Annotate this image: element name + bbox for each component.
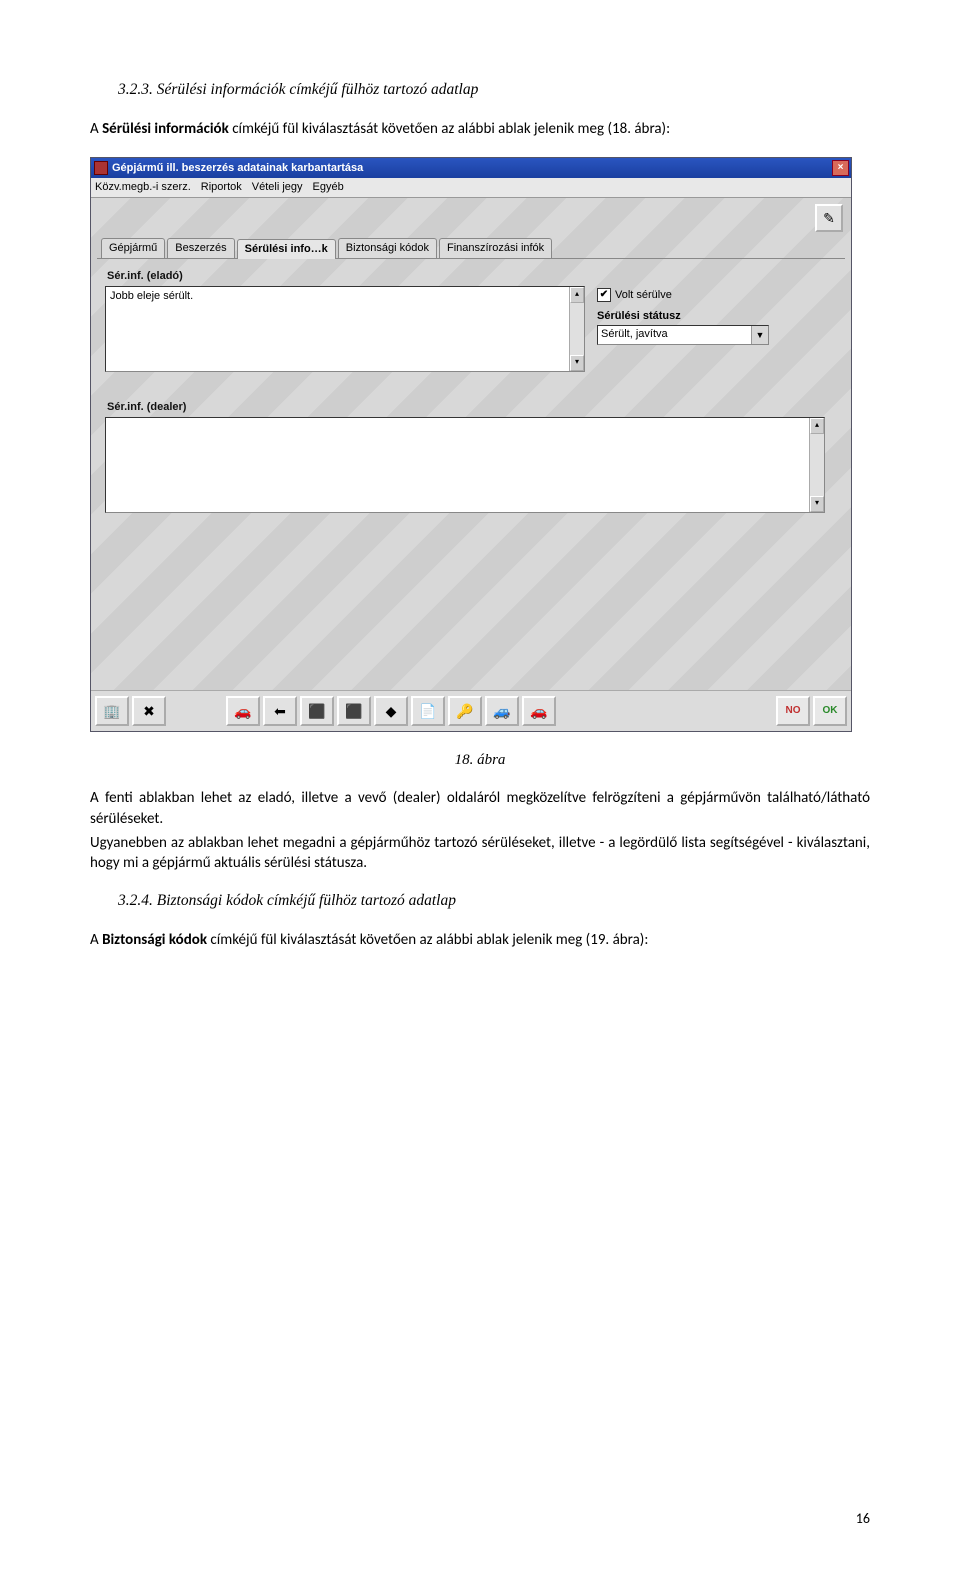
toolbar-btn-7[interactable]: ⬛ — [337, 696, 371, 726]
body-paragraph-2: Ugyanebben az ablakban lehet megadni a g… — [90, 833, 870, 874]
car-icon: 🚗 — [234, 702, 251, 721]
figure-caption: 18. ábra — [90, 750, 870, 770]
app-icon — [94, 161, 108, 175]
toolbar-btn-0[interactable]: 🏢 — [95, 696, 129, 726]
toolbar-btn-8[interactable]: ◆ — [374, 696, 408, 726]
edit-button[interactable]: ✎ — [815, 204, 843, 232]
heading2-number: 3.2.4. — [118, 892, 153, 909]
car2-icon: 🚙 — [493, 702, 510, 721]
tab-panel: Sér.inf. (eladó) Jobb eleje sérült. ▴ ▾ … — [97, 258, 845, 623]
toolbar-btn-9[interactable]: 📄 — [411, 696, 445, 726]
textarea-dealer[interactable]: ▴ ▾ — [105, 417, 825, 513]
intro1-post: címkéjű fül kiválasztását követően az al… — [229, 120, 670, 138]
toolbar-btn-10[interactable]: 🔑 — [448, 696, 482, 726]
no-label: NO — [786, 704, 801, 718]
pencil-icon: ✎ — [823, 209, 835, 228]
building-icon: 🏢 — [103, 702, 120, 721]
intro2-bold: Biztonsági kódok — [102, 931, 207, 949]
toolbar-btn-12[interactable]: 🚗 — [522, 696, 556, 726]
tab-biztonsagi-kodok[interactable]: Biztonsági kódok — [338, 238, 437, 258]
intro2-post: címkéjű fül kiválasztását követően az al… — [207, 931, 648, 949]
gem-icon: ◆ — [386, 702, 397, 721]
heading-number: 3.2.3. — [118, 81, 153, 98]
window-titlebar[interactable]: Gépjármű ill. beszerzés adatainak karban… — [91, 158, 851, 178]
checkbox-volt-serulve[interactable]: ✔ Volt sérülve — [597, 288, 837, 303]
toolbar-btn-6[interactable]: ⬛ — [300, 696, 334, 726]
toolbar-btn-5[interactable]: ⬅ — [263, 696, 297, 726]
textarea-elado[interactable]: Jobb eleje sérült. ▴ ▾ — [105, 286, 585, 372]
scroll-up-icon[interactable]: ▴ — [570, 287, 584, 303]
heading2-text: Biztonsági kódok címkéjű fülhöz tartozó … — [157, 892, 456, 909]
volt-serulve-label: Volt sérülve — [615, 288, 672, 303]
window-content: ✎ Gépjármű Beszerzés Sérülési info…k Biz… — [91, 198, 851, 690]
status-dropdown[interactable]: Sérült, javítva ▼ — [597, 325, 769, 345]
scroll-down-icon[interactable]: ▾ — [570, 355, 584, 371]
close-button[interactable]: × — [832, 160, 849, 176]
toolbar-btn-1[interactable]: ✖ — [132, 696, 166, 726]
tab-beszerzes[interactable]: Beszerzés — [167, 238, 234, 258]
section-heading-324: 3.2.4. Biztonsági kódok címkéjű fülhöz t… — [90, 891, 870, 912]
screenshot-window: Gépjármű ill. beszerzés adatainak karban… — [90, 157, 852, 732]
scrollbar[interactable]: ▴ ▾ — [569, 287, 584, 371]
menu-item-2[interactable]: Vételi jegy — [252, 180, 303, 195]
chevron-down-icon: ▼ — [751, 326, 768, 344]
side-panel: ✔ Volt sérülve Sérülési státusz Sérült, … — [597, 286, 837, 346]
tab-gepjarmu[interactable]: Gépjármű — [101, 238, 165, 258]
textarea-elado-text: Jobb eleje sérült. — [110, 290, 193, 302]
section-heading-323: 3.2.3. Sérülési információk címkéjű fülh… — [90, 80, 870, 101]
tab-finanszirozasi[interactable]: Finanszírozási infók — [439, 238, 552, 258]
intro-paragraph-2: A Biztonsági kódok címkéjű fül kiválaszt… — [90, 930, 870, 950]
square-icon: ⬛ — [308, 702, 325, 721]
intro2-pre: A — [90, 931, 102, 949]
ok-button[interactable]: OK — [813, 696, 847, 726]
label-serinf-dealer: Sér.inf. (dealer) — [107, 400, 837, 415]
scrollbar-2[interactable]: ▴ ▾ — [809, 418, 824, 512]
intro1-pre: A — [90, 120, 102, 138]
tab-strip: Gépjármű Beszerzés Sérülési info…k Bizto… — [97, 238, 845, 258]
intro-paragraph-1: A Sérülési információk címkéjű fül kivál… — [90, 119, 870, 139]
check-icon: ✔ — [597, 288, 611, 302]
delete-icon: ✖ — [143, 702, 155, 721]
bottom-toolbar: 🏢 ✖ 🚗 ⬅ ⬛ ⬛ ◆ 📄 🔑 🚙 🚗 NO OK — [91, 690, 851, 731]
heading-text: Sérülési információk címkéjű fülhöz tart… — [157, 81, 479, 98]
tab-serulesi-info[interactable]: Sérülési info…k — [237, 239, 336, 259]
scroll-up-icon-2[interactable]: ▴ — [810, 418, 824, 434]
back-icon: ⬅ — [274, 702, 286, 721]
menu-item-3[interactable]: Egyéb — [313, 180, 344, 195]
status-label: Sérülési státusz — [597, 309, 837, 324]
square2-icon: ⬛ — [345, 702, 362, 721]
toolbar-btn-11[interactable]: 🚙 — [485, 696, 519, 726]
key-icon: 🔑 — [456, 702, 473, 721]
page-number: 16 — [90, 1510, 870, 1529]
menu-item-0[interactable]: Közv.megb.-i szerz. — [95, 180, 191, 195]
label-serinf-elado: Sér.inf. (eladó) — [107, 269, 837, 284]
car3-icon: 🚗 — [530, 702, 547, 721]
menubar: Közv.megb.-i szerz. Riportok Vételi jegy… — [91, 178, 851, 198]
menu-item-1[interactable]: Riportok — [201, 180, 242, 195]
doc-icon: 📄 — [419, 702, 436, 721]
ok-label: OK — [823, 704, 838, 718]
body-paragraph-1: A fenti ablakban lehet az eladó, illetve… — [90, 788, 870, 829]
window-title: Gépjármű ill. beszerzés adatainak karban… — [112, 161, 363, 176]
no-button[interactable]: NO — [776, 696, 810, 726]
intro1-bold: Sérülési információk — [102, 120, 229, 138]
status-value: Sérült, javítva — [598, 326, 751, 344]
scroll-down-icon-2[interactable]: ▾ — [810, 496, 824, 512]
toolbar-btn-4[interactable]: 🚗 — [226, 696, 260, 726]
